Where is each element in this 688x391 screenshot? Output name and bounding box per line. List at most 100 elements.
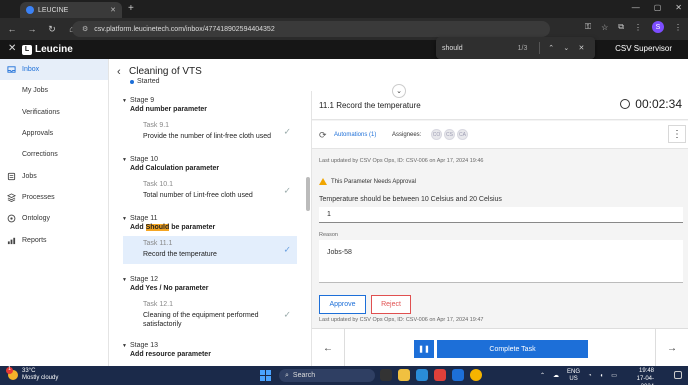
outlook-icon[interactable] [452, 369, 464, 381]
last-updated-text: Last updated by CSV Ops Ops, ID: CSV-006… [319, 158, 484, 164]
find-previous-icon[interactable]: ⌃ [544, 44, 559, 52]
search-highlight: Should [145, 224, 170, 231]
sidebar-item-corrections[interactable]: Corrections [0, 144, 108, 165]
sidebar-item-jobs[interactable]: Jobs [0, 165, 108, 186]
ontology-icon [7, 214, 16, 223]
tray-chevron-icon[interactable]: ⌃ [540, 372, 545, 379]
task-item-active[interactable]: Task 11.1 Record the temperature ✓ [123, 236, 297, 264]
sidebar: Inbox My Jobs Verifications Approvals Co… [0, 59, 109, 366]
browser-tab[interactable]: LEUCINE ✕ [20, 2, 122, 18]
find-divider [538, 42, 540, 54]
extensions-icon[interactable]: ⧉ [618, 22, 624, 32]
stage-list: ▼ Stage 9 Add number parameter Task 9.1 P… [109, 91, 312, 366]
stage-label[interactable]: ▼ Stage 9 [122, 97, 154, 104]
previous-task-arrow-icon[interactable]: ← [312, 329, 345, 367]
url-text: csv.platform.leucinetech.com/inbox/47741… [94, 25, 275, 33]
jobs-icon [7, 172, 16, 180]
back-arrow-icon[interactable]: ‹ [117, 66, 121, 78]
taskbar-search[interactable]: ⌕ Search [279, 369, 375, 382]
stage-name: Add Yes / No parameter [130, 285, 209, 292]
stage-list-scrollbar[interactable] [306, 177, 310, 211]
close-tab-icon[interactable]: ✕ [110, 6, 116, 14]
sidebar-item-label: My Jobs [22, 87, 49, 95]
reject-button[interactable]: Reject [371, 295, 411, 314]
bookmark-star-icon[interactable]: ☆ [601, 23, 608, 32]
close-window-icon[interactable]: ✕ [675, 3, 682, 12]
reload-icon[interactable]: ↻ [44, 24, 60, 35]
more-options-icon[interactable]: ⋮ [668, 125, 686, 143]
leucine-logo-icon: L [22, 44, 32, 55]
check-icon: ✓ [283, 185, 291, 196]
minimize-icon[interactable]: — [632, 3, 640, 12]
stage-label[interactable]: ▼ Stage 11 [122, 215, 157, 222]
back-nav-icon[interactable]: ← [4, 24, 20, 34]
profile-menu-icon[interactable]: ⋮ [634, 23, 642, 32]
sidebar-item-processes[interactable]: Processes [0, 187, 108, 208]
edge-icon[interactable] [416, 369, 428, 381]
temperature-input[interactable] [319, 207, 683, 223]
find-input[interactable]: should [442, 45, 518, 52]
close-app-icon[interactable]: ✕ [8, 43, 16, 54]
file-explorer-icon[interactable] [398, 369, 410, 381]
weather-desc: Mostly cloudy [22, 374, 59, 381]
complete-task-button[interactable]: Complete Task [437, 340, 588, 358]
collapse-header-chevron-icon[interactable]: ⌄ [392, 84, 406, 98]
task-timer: 00:02:34 [620, 97, 682, 111]
find-close-icon[interactable]: ✕ [574, 44, 589, 52]
sidebar-item-inbox[interactable]: Inbox [0, 59, 108, 81]
status-dot-icon [130, 79, 134, 84]
browser-menu-icon[interactable]: ⋮ [674, 23, 682, 32]
stage-name: Add resource parameter [130, 351, 211, 358]
language-indicator[interactable]: ENG US [567, 369, 580, 382]
stage-label[interactable]: ▼ Stage 12 [122, 276, 158, 283]
sidebar-item-reports[interactable]: Reports [0, 229, 108, 250]
wifi-icon[interactable]: ◔ [588, 373, 592, 379]
sidebar-item-verifications[interactable]: Verifications [0, 102, 108, 123]
next-task-arrow-icon[interactable]: → [655, 329, 688, 367]
forward-nav-icon[interactable]: → [24, 24, 40, 34]
app-icon[interactable] [434, 369, 446, 381]
system-clock[interactable]: 19:48 17-04-2024 [624, 368, 654, 391]
clock-date: 17-04-2024 [636, 375, 654, 390]
automations-link[interactable]: Automations (1) [334, 132, 376, 138]
site-info-icon[interactable]: ⚙ [82, 25, 88, 33]
sidebar-item-ontology[interactable]: Ontology [0, 208, 108, 229]
timer-icon [620, 99, 631, 109]
assignee-avatar[interactable]: CS [444, 129, 455, 140]
sidebar-item-approvals[interactable]: Approvals [0, 123, 108, 144]
password-key-icon[interactable]: ⚿ [585, 22, 591, 32]
leucine-logo: L Leucine [22, 44, 73, 55]
find-next-icon[interactable]: ⌄ [559, 44, 574, 52]
approve-button[interactable]: Approve [319, 295, 366, 314]
job-status-text: Started [137, 78, 160, 85]
notification-center-icon[interactable] [674, 371, 682, 379]
windows-start-icon[interactable] [260, 370, 271, 381]
taskbar-apps [380, 369, 482, 381]
volume-icon[interactable]: ◖ [600, 373, 604, 379]
task-view-icon[interactable] [380, 369, 392, 381]
sidebar-item-label: Verifications [22, 108, 60, 116]
address-bar[interactable]: ⚙ csv.platform.leucinetech.com/inbox/477… [72, 21, 550, 37]
assignee-avatar[interactable]: CA [457, 129, 468, 140]
stage-label[interactable]: ▼ Stage 13 [122, 342, 158, 349]
reason-textarea[interactable]: Jobs-58 [319, 240, 683, 283]
task-item[interactable]: Task 9.1 Provide the number of lint-free… [123, 118, 297, 146]
weather-widget[interactable]: 1 33°C Mostly cloudy [6, 366, 59, 381]
pause-button[interactable]: ❚❚ [414, 340, 434, 358]
warning-icon [319, 178, 327, 185]
cloud-icon[interactable]: ☁ [553, 372, 559, 379]
profile-avatar[interactable]: S [652, 21, 664, 33]
maximize-icon[interactable]: ▢ [654, 3, 662, 12]
chrome-icon[interactable] [470, 369, 482, 381]
sidebar-item-my-jobs[interactable]: My Jobs [0, 80, 108, 101]
task-item[interactable]: Task 12.1 Cleaning of the equipment perf… [123, 297, 297, 334]
sync-icon[interactable]: ⟳ [319, 130, 327, 141]
new-tab-icon[interactable]: + [128, 3, 134, 14]
task-item[interactable]: Task 10.1 Total number of Lint-free clot… [123, 177, 297, 205]
stage-label[interactable]: ▼ Stage 10 [122, 156, 158, 163]
user-role-menu[interactable]: CSV Supervisor [615, 44, 672, 53]
battery-icon[interactable]: ▭ [611, 372, 617, 379]
assignee-avatar[interactable]: CO [431, 129, 442, 140]
task-header: 11.1 Record the temperature 00:02:34 [312, 91, 688, 120]
sidebar-item-label: Ontology [22, 215, 51, 223]
